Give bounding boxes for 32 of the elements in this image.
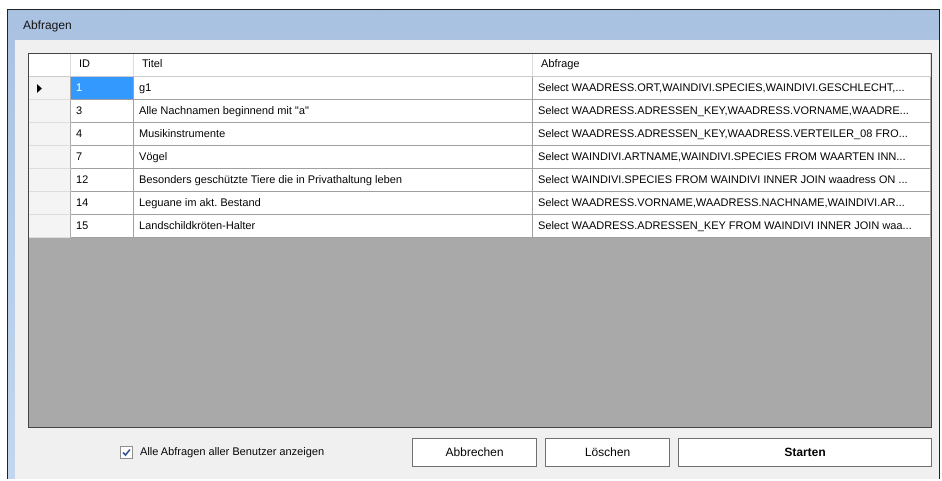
table-cell: Landschildkröten-Halter xyxy=(134,215,533,238)
table-cell: Alle Nachnamen beginnend mit "a" xyxy=(134,100,533,123)
column-header[interactable]: ID xyxy=(71,54,134,76)
action-button[interactable]: Löschen xyxy=(545,438,670,466)
table-cell: 1 xyxy=(71,77,134,100)
table-cell: Select WAADRESS.ADRESSEN_KEY,WAADRESS.VERTEILER_08 FRO... xyxy=(533,123,931,146)
column-header[interactable]: Titel xyxy=(134,54,533,76)
column-header[interactable]: Abfrage xyxy=(533,54,931,76)
table-cell: Select WAINDIVI.SPECIES FROM WAINDIVI INNER JOIN waadress ON ... xyxy=(533,169,931,192)
row-header[interactable] xyxy=(29,77,71,100)
checkbox-label: Alle Abfragen aller Benutzer anzeigen xyxy=(140,446,324,458)
current-row-icon xyxy=(37,84,42,92)
table-cell: Select WAADRESS.ORT,WAINDIVI.SPECIES,WAINDIVI.GESCHLECHT,... xyxy=(533,77,931,100)
table-cell: Select WAADRESS.VORNAME,WAADRESS.NACHNAME,WAINDIVI.AR... xyxy=(533,192,931,215)
table-cell: Select WAADRESS.ADRESSEN_KEY,WAADRESS.VORNAME,WAADRE... xyxy=(533,100,931,123)
table-cell: Musikinstrumente xyxy=(134,123,533,146)
table-cell: 14 xyxy=(71,192,134,215)
table-cell: 12 xyxy=(71,169,134,192)
table-cell: Vögel xyxy=(134,146,533,169)
table-cell: Select WAADRESS.ADRESSEN_KEY FROM WAINDIVI INNER JOIN waa... xyxy=(533,215,931,238)
checkbox[interactable] xyxy=(120,446,133,458)
table-cell: Leguane im akt. Bestand xyxy=(134,192,533,215)
table-cell: 3 xyxy=(71,100,134,123)
start-button[interactable]: Starten xyxy=(678,438,932,466)
table-cell: g1 xyxy=(134,77,533,100)
table-cell: 7 xyxy=(71,146,134,169)
window-title: Abfragen xyxy=(23,18,72,32)
table-cell: Select WAINDIVI.ARTNAME,WAINDIVI.SPECIES FROM WAARTEN INN... xyxy=(533,146,931,169)
table-cell: 4 xyxy=(71,123,134,146)
table-cell: 15 xyxy=(71,215,134,238)
action-button[interactable]: Abbrechen xyxy=(412,438,537,466)
table-cell: Besonders geschützte Tiere die in Privathaltung leben xyxy=(134,169,533,192)
